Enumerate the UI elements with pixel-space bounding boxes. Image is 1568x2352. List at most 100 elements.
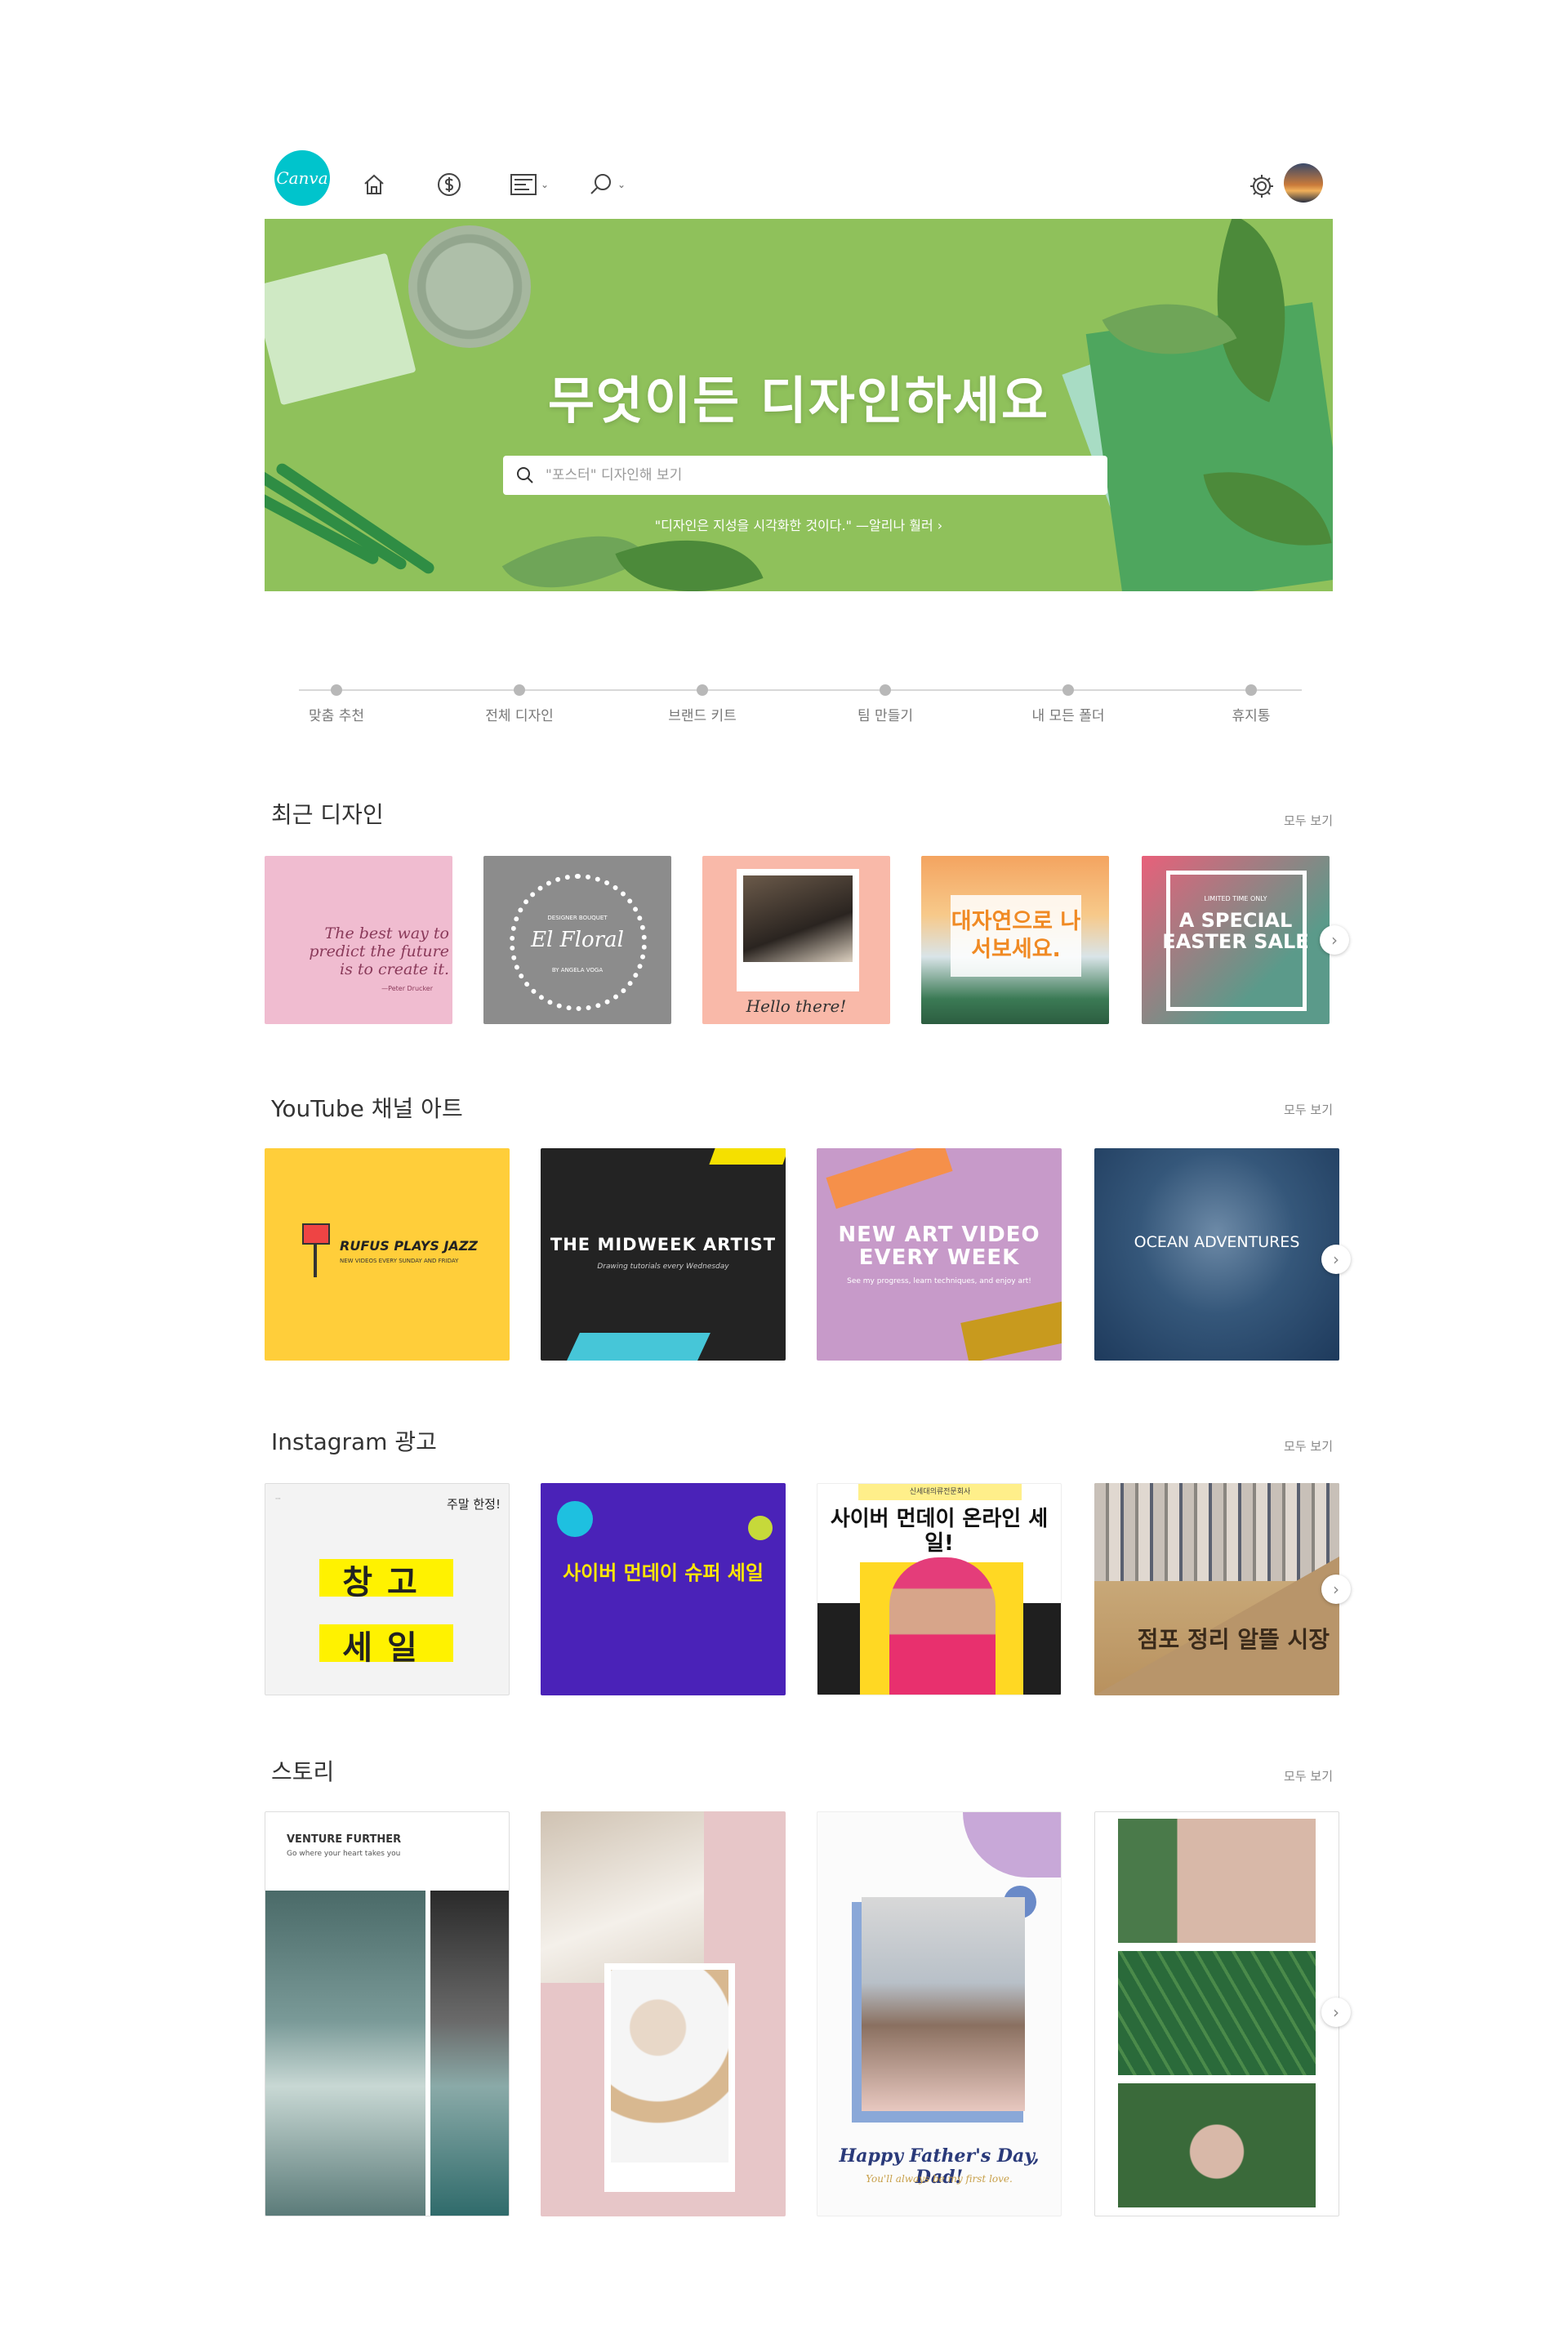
nav-label: 팀 만들기 bbox=[858, 708, 913, 724]
leaf-photo bbox=[1118, 1951, 1316, 2075]
nav-item-recommended[interactable]: 맞춤 추천 bbox=[279, 683, 394, 724]
coffee-photo bbox=[604, 1963, 735, 2192]
nav-label: 휴지통 bbox=[1232, 708, 1271, 724]
nav-dot bbox=[880, 684, 891, 696]
nav-label: 브랜드 키트 bbox=[668, 708, 737, 724]
avatar[interactable] bbox=[1284, 163, 1323, 203]
dollar-icon[interactable] bbox=[436, 170, 462, 199]
thumb-textbox: 대자연으로 나서보세요. bbox=[951, 895, 1081, 977]
nav-label: 맞춤 추천 bbox=[309, 708, 364, 724]
design-thumb[interactable]: The best way to predict the future is to… bbox=[265, 856, 452, 1024]
thumb-text: 주말 한정! bbox=[447, 1497, 501, 1512]
design-thumb[interactable]: ⋯ 주말 한정! 창고 세일 bbox=[265, 1483, 510, 1695]
paint-stroke bbox=[567, 1333, 710, 1361]
nav-item-all-folders[interactable]: 내 모든 폴더 bbox=[1011, 683, 1125, 724]
see-all-instagram[interactable]: 모두 보기 bbox=[1284, 1437, 1333, 1454]
scroll-right-button[interactable]: › bbox=[1321, 1245, 1351, 1274]
home-icon[interactable] bbox=[361, 170, 387, 199]
decor-cup bbox=[408, 225, 531, 348]
nav-label: 전체 디자인 bbox=[485, 708, 554, 724]
design-thumb[interactable]: THE MIDWEEK ARTIST Drawing tutorials eve… bbox=[541, 1148, 786, 1361]
thumb-text: LIMITED TIME ONLY bbox=[1204, 895, 1267, 902]
nav-dot bbox=[514, 684, 525, 696]
design-thumb[interactable]: VENTURE FURTHER Go where your heart take… bbox=[265, 1811, 510, 2216]
search-bar[interactable] bbox=[503, 456, 1107, 495]
design-thumb[interactable]: 사이버 먼데이 슈퍼 세일 bbox=[541, 1483, 786, 1695]
see-all-recent[interactable]: 모두 보기 bbox=[1284, 812, 1333, 829]
see-all-stories[interactable]: 모두 보기 bbox=[1284, 1767, 1333, 1784]
thumb-text: See my progress, learn techniques, and e… bbox=[847, 1277, 1031, 1285]
section-title-recent: 최근 디자인 bbox=[271, 801, 384, 828]
scroll-right-button[interactable]: › bbox=[1320, 925, 1349, 955]
chevron-down-icon: ⌄ bbox=[541, 179, 550, 190]
design-thumb[interactable]: 신세대의류전문회사 사이버 먼데이 온라인 세일! bbox=[817, 1483, 1062, 1695]
paint-stroke bbox=[960, 1301, 1062, 1361]
nav-item-brand-kit[interactable]: 브랜드 키트 bbox=[645, 683, 760, 724]
portrait-photo bbox=[1118, 2083, 1316, 2207]
search-input[interactable] bbox=[546, 467, 1107, 483]
design-thumb[interactable]: 대자연으로 나서보세요. bbox=[921, 856, 1109, 1024]
design-thumb[interactable]: NEW ART VIDEO EVERY WEEK See my progress… bbox=[817, 1148, 1062, 1361]
nav-item-all-designs[interactable]: 전체 디자인 bbox=[462, 683, 577, 724]
design-thumb[interactable]: OCEAN ADVENTURES bbox=[1094, 1148, 1339, 1361]
nav-dot bbox=[1062, 684, 1074, 696]
design-thumb[interactable]: LIMITED TIME ONLY A SPECIAL EASTER SALE bbox=[1142, 856, 1330, 1024]
canva-logo[interactable]: Canva bbox=[274, 150, 330, 206]
paint-stroke bbox=[826, 1148, 953, 1209]
thumb-photo bbox=[737, 869, 859, 991]
paint-stroke bbox=[709, 1148, 786, 1165]
thumb-text: 사이버 먼데이 온라인 세일! bbox=[830, 1507, 1049, 1556]
thumb-text: ⋯ bbox=[275, 1495, 281, 1502]
easel-illustration bbox=[302, 1223, 330, 1245]
thumb-text: RUFUS PLAYS JAZZ bbox=[340, 1238, 479, 1254]
design-thumb[interactable]: RUFUS PLAYS JAZZ NEW VIDEOS EVERY SUNDAY… bbox=[265, 1148, 510, 1361]
see-all-youtube[interactable]: 모두 보기 bbox=[1284, 1101, 1333, 1118]
nav-item-create-team[interactable]: 팀 만들기 bbox=[828, 683, 942, 724]
nav-label: 내 모든 폴더 bbox=[1031, 708, 1105, 724]
thumb-text: You'll always be my first love. bbox=[866, 2173, 1013, 2185]
easel-illustration bbox=[314, 1245, 317, 1277]
scroll-right-button[interactable]: › bbox=[1321, 1998, 1351, 2027]
scroll-right-button[interactable]: › bbox=[1321, 1575, 1351, 1604]
nav-item-trash[interactable]: 휴지통 bbox=[1194, 683, 1308, 724]
nav-dot bbox=[1245, 684, 1257, 696]
thumb-text: Hello there! bbox=[746, 996, 847, 1016]
family-photo bbox=[862, 1897, 1025, 2111]
sea-photo bbox=[265, 1891, 425, 2216]
thumb-text: Go where your heart takes you bbox=[287, 1850, 401, 1858]
workspace-nav: 맞춤 추천 전체 디자인 브랜드 키트 팀 만들기 내 모든 폴더 휴지통 bbox=[299, 683, 1302, 732]
logo-text: Canva bbox=[276, 168, 328, 188]
design-thumb[interactable]: DESIGNER BOUQUET El Floral BY ANGELA VOG… bbox=[483, 856, 671, 1024]
hero-quote-link[interactable]: "디자인은 지성을 시각화한 것이다." —알리나 훨러 › bbox=[265, 514, 1333, 534]
thumb-text: THE MIDWEEK ARTIST bbox=[550, 1235, 777, 1254]
portrait-photo bbox=[1118, 1819, 1316, 1943]
thumb-text: DESIGNER BOUQUET bbox=[547, 915, 608, 921]
nav-dot bbox=[697, 684, 708, 696]
thumb-text: The best way to predict the future is to… bbox=[309, 924, 449, 978]
cafe-photo bbox=[541, 1811, 704, 1983]
thumb-text: NEW VIDEOS EVERY SUNDAY AND FRIDAY bbox=[340, 1258, 459, 1264]
model-photo bbox=[889, 1557, 996, 1695]
design-thumb[interactable] bbox=[541, 1811, 786, 2216]
chevron-right-icon: › bbox=[1333, 1579, 1339, 1599]
thumb-text: 신세대의류전문회사 bbox=[858, 1484, 1022, 1500]
section-title-stories: 스토리 bbox=[271, 1758, 335, 1785]
search-icon bbox=[517, 467, 533, 483]
decor-shape bbox=[963, 1812, 1061, 1878]
thumb-text: BY ANGELA VOGA bbox=[551, 967, 604, 973]
thumb-text: 점포 정리 알뜰 시장 bbox=[1137, 1626, 1330, 1653]
search-icon[interactable]: ⌄ bbox=[588, 170, 626, 199]
design-thumb[interactable]: Happy Father's Day, Dad! You'll always b… bbox=[817, 1811, 1062, 2216]
gear-icon[interactable] bbox=[1248, 172, 1276, 201]
section-title-instagram: Instagram 광고 bbox=[271, 1428, 437, 1455]
design-thumb[interactable]: 점포 정리 알뜰 시장 bbox=[1094, 1483, 1339, 1695]
design-thumb[interactable] bbox=[1094, 1811, 1339, 2216]
nav-line bbox=[299, 689, 1302, 691]
rock-photo bbox=[430, 1891, 509, 2216]
thumb-text: NEW ART VIDEO EVERY WEEK bbox=[838, 1223, 1040, 1270]
design-thumb[interactable]: Hello there! bbox=[702, 856, 890, 1024]
templates-icon[interactable]: ⌄ bbox=[510, 170, 549, 199]
thumb-text: 세일 bbox=[342, 1629, 432, 1667]
chevron-right-icon: › bbox=[1333, 1250, 1339, 1269]
chevron-right-icon: › bbox=[1333, 2002, 1339, 2022]
